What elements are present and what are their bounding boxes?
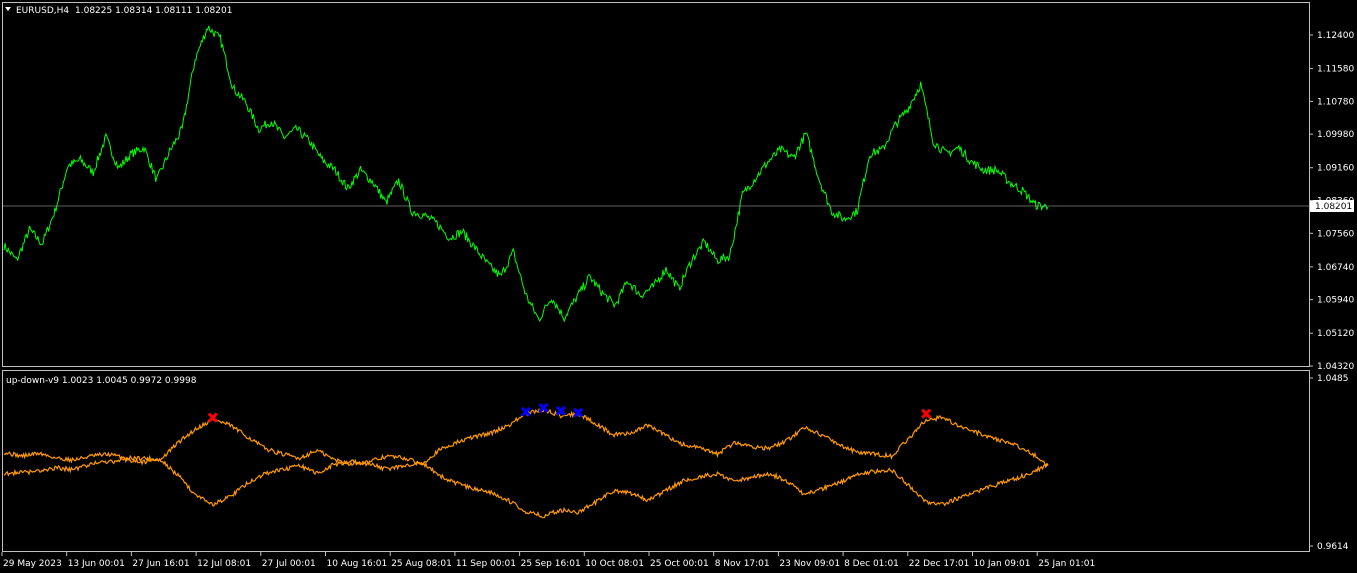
time-axis-label: 10 Jan 09:01 (974, 559, 1031, 569)
window-menu-arrow-icon[interactable] (5, 7, 11, 11)
indicator-line (3, 456, 1049, 519)
time-axis-label: 12 Jul 08:01 (197, 559, 251, 569)
time-axis-label: 25 Jan 01:01 (1038, 559, 1095, 569)
time-axis-label: 13 Jun 00:01 (68, 559, 125, 569)
price-axis-label: 1.05940 (1317, 296, 1354, 306)
price-axis-label: 1.06740 (1317, 263, 1354, 273)
price-axis-label: 1.04320 (1317, 362, 1354, 372)
signal-marker-icon (573, 407, 584, 418)
time-axis-label: 23 Nov 09:01 (779, 559, 840, 569)
signal-marker-icon (555, 405, 566, 416)
signal-marker-icon (207, 412, 218, 423)
signal-marker-icon (921, 408, 932, 419)
price-axis-label: 1.09160 (1317, 164, 1354, 174)
time-axis-label: 11 Sep 00:01 (456, 559, 516, 569)
indicator-axis-label: 1.0485 (1317, 374, 1349, 384)
indicator-name-label: up-down-v9 1.0023 1.0045 0.9972 0.9998 (6, 376, 197, 386)
price-axis-label: 1.07560 (1317, 229, 1354, 239)
indicator-series (3, 402, 1049, 519)
time-axis-label: 25 Sep 16:01 (521, 559, 581, 569)
main-chart-frame (2, 2, 1310, 367)
time-axis-label: 25 Aug 08:01 (391, 559, 452, 569)
time-axis: 29 May 2023 13 Jun 00:01 27 Jun 16:01 12 Ju… (1, 552, 1095, 569)
indicator-axis: 1.0485 0.9614 (1309, 374, 1349, 552)
price-axis-label: 1.05120 (1317, 329, 1354, 339)
time-axis-label: 25 Oct 00:01 (650, 559, 709, 569)
ohlc-label: 1.08225 1.08314 1.08111 1.08201 (75, 6, 232, 16)
time-axis-label: 8 Dec 01:01 (844, 559, 899, 569)
price-axis-label: 1.09980 (1317, 130, 1354, 140)
time-axis-label: 10 Oct 08:01 (585, 559, 644, 569)
time-axis-label: 27 Jul 00:01 (262, 559, 316, 569)
indicator-axis-label: 0.9614 (1317, 542, 1349, 552)
indicator-frame (2, 370, 1310, 552)
time-axis-label: 29 May 2023 (3, 559, 62, 569)
time-axis-label: 8 Nov 17:01 (715, 559, 770, 569)
price-axis-label: 1.11580 (1317, 65, 1354, 75)
price-axis-label: 1.08360 (1317, 197, 1354, 207)
price-series (3, 25, 1049, 323)
price-axis-label: 1.12400 (1317, 31, 1354, 41)
chart-canvas[interactable]: EURUSD,H4 1.08225 1.08314 1.08111 1.0820… (0, 0, 1357, 573)
price-line (3, 25, 1049, 323)
time-axis-label: 27 Jun 16:01 (132, 559, 189, 569)
symbol-label: EURUSD,H4 (16, 6, 69, 16)
time-axis-label: 10 Aug 16:01 (327, 559, 388, 569)
indicator-line (3, 407, 1049, 467)
price-axis-label: 1.10780 (1317, 97, 1354, 107)
time-axis-label: 22 Dec 17:01 (909, 559, 970, 569)
